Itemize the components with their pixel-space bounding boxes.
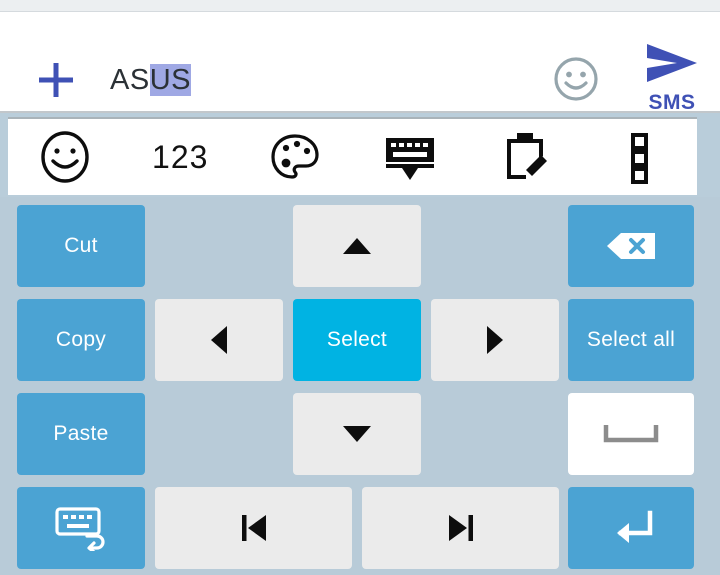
send-arrow-icon <box>647 44 697 82</box>
key-backspace[interactable] <box>568 205 694 287</box>
arrow-up-icon <box>343 238 371 254</box>
key-paste[interactable]: Paste <box>17 393 145 475</box>
key-arrow-down[interactable] <box>293 393 421 475</box>
hide-keyboard-icon <box>385 138 434 180</box>
message-text-selected: US <box>149 64 191 96</box>
enter-return-icon <box>617 510 653 543</box>
key-select-label: Select <box>326 328 388 351</box>
key-select-all[interactable]: Select all <box>568 299 694 381</box>
key-cut[interactable]: Cut <box>17 205 145 287</box>
toolbar-clipboard-button[interactable] <box>467 119 582 195</box>
emoji-button[interactable] <box>552 55 600 103</box>
smiley-face-icon <box>554 57 598 101</box>
message-input[interactable]: ASUS <box>110 56 530 104</box>
plus-icon <box>39 63 73 97</box>
add-attachment-button[interactable] <box>32 56 80 104</box>
send-sms-button[interactable]: SMS <box>636 40 708 116</box>
arrow-down-icon <box>343 426 371 442</box>
key-arrow-left[interactable] <box>155 299 283 381</box>
text-editing-keypad: Cut Copy Select Select all Paste <box>0 197 720 575</box>
key-paste-label: Paste <box>53 422 109 445</box>
key-cut-label: Cut <box>64 234 98 257</box>
send-button-label: SMS <box>648 91 696 114</box>
keyboard-back-icon <box>55 507 105 551</box>
key-jump-end[interactable] <box>362 487 559 569</box>
key-copy-label: Copy <box>55 328 107 351</box>
key-enter[interactable] <box>568 487 694 569</box>
key-space[interactable] <box>568 393 694 475</box>
key-arrow-up[interactable] <box>293 205 421 287</box>
toolbar-numbers-label: 123 <box>152 138 209 175</box>
palette-icon <box>271 134 319 179</box>
key-arrow-right[interactable] <box>431 299 559 381</box>
arrow-right-icon <box>487 326 503 354</box>
clipboard-edit-icon <box>506 133 547 179</box>
keyboard-toolbar-band: 123 <box>0 113 720 197</box>
spacebar-icon <box>603 425 659 443</box>
key-select-all-label: Select all <box>586 328 676 351</box>
skip-to-end-icon <box>448 515 473 541</box>
compose-bar: ASUS SMS <box>0 12 720 116</box>
overflow-menu-icon <box>630 133 648 184</box>
key-copy[interactable]: Copy <box>17 299 145 381</box>
message-text-unselected: AS <box>110 64 150 96</box>
key-select[interactable]: Select <box>293 299 421 381</box>
keyboard-toolbar: 123 <box>8 117 697 195</box>
key-switch-keyboard[interactable] <box>17 487 145 569</box>
key-jump-start[interactable] <box>155 487 352 569</box>
toolbar-numbers-button[interactable]: 123 <box>123 119 238 195</box>
toolbar-hide-keyboard-button[interactable] <box>352 119 467 195</box>
toolbar-theme-button[interactable] <box>238 119 353 195</box>
status-bar <box>0 0 720 12</box>
toolbar-emoji-button[interactable] <box>8 119 123 195</box>
skip-to-start-icon <box>241 515 266 541</box>
smiley-face-icon <box>41 131 90 183</box>
backspace-icon <box>607 233 655 259</box>
arrow-left-icon <box>211 326 227 354</box>
toolbar-overflow-button[interactable] <box>582 119 697 195</box>
